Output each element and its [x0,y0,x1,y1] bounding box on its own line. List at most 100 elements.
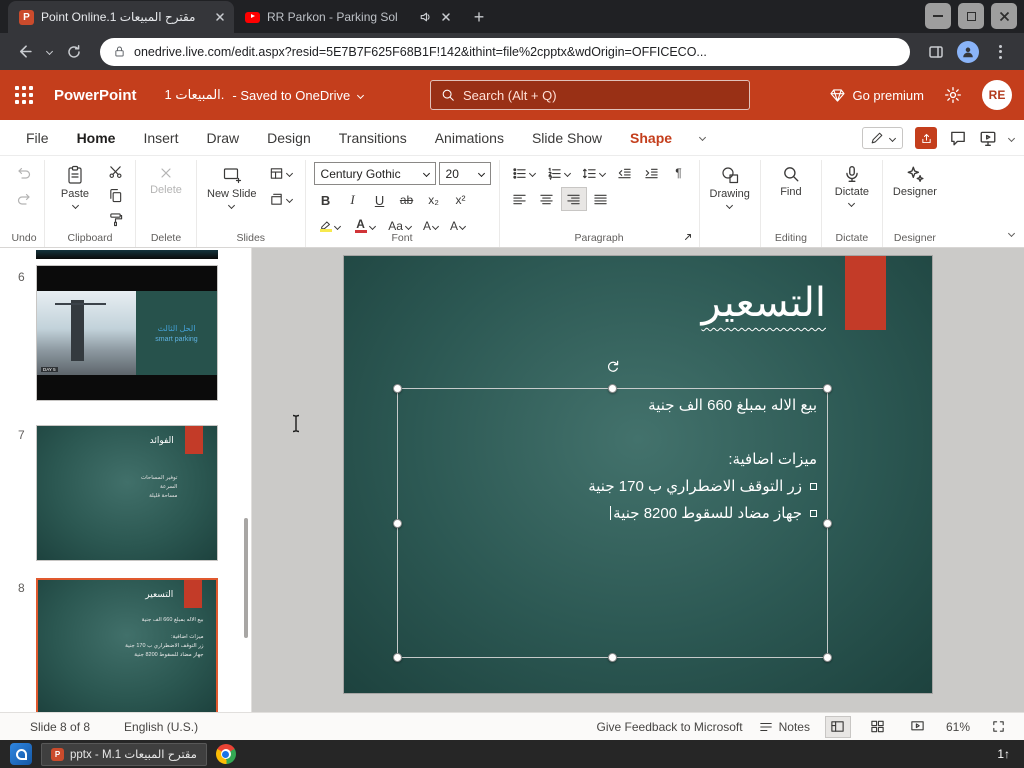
decrease-indent-button[interactable] [613,162,637,184]
tab-close-icon[interactable] [438,9,454,25]
underline-button[interactable]: U [368,189,392,211]
undo-button[interactable] [12,162,36,184]
address-bar[interactable]: onedrive.live.com/edit.aspx?resid=5E7B7F… [100,37,910,66]
slideshow-view-button[interactable] [906,717,930,737]
slide-canvas[interactable]: التسعير بيع الاله بمبلغ 660 الف جنية ميز… [344,256,932,693]
tab-close-icon[interactable] [212,9,228,25]
normal-view-button[interactable] [824,715,851,738]
drawing-button[interactable]: Drawing [708,162,752,229]
comments-icon[interactable] [949,129,967,147]
text-box-content[interactable]: بيع الاله بمبلغ 660 الف جنية ميزات اضافي… [406,392,817,654]
text-line[interactable] [406,419,817,446]
go-premium-button[interactable]: Go premium [830,88,924,103]
selected-text-box[interactable]: بيع الاله بمبلغ 660 الف جنية ميزات اضافي… [393,360,832,662]
slide-layout-button[interactable] [265,162,297,184]
window-minimize-button[interactable] [925,3,951,29]
resize-handle-ne[interactable] [823,384,832,393]
slide-count-status[interactable]: Slide 8 of 8 [30,720,90,734]
numbering-button[interactable] [543,162,575,184]
resize-handle-se[interactable] [823,653,832,662]
resize-handle-sw[interactable] [393,653,402,662]
tab-animations[interactable]: Animations [421,120,518,156]
notes-toggle[interactable]: Notes [759,720,810,734]
font-name-select[interactable]: Century Gothic [313,162,436,185]
fit-to-window-button[interactable] [986,717,1010,737]
font-size-select[interactable]: 20 [438,162,491,185]
search-box[interactable] [430,80,750,110]
paste-button[interactable]: Paste [53,162,97,229]
thumbnail-slide-6[interactable]: DAY 5 الحل الثالث smart parking [36,265,218,401]
language-status[interactable]: English (U.S.) [124,720,198,734]
ink-pen-button[interactable] [862,127,903,149]
feedback-link[interactable]: Give Feedback to Microsoft [597,720,743,734]
tab-transitions[interactable]: Transitions [325,120,421,156]
thumbnail-slide-8-selected[interactable]: التسعير بيع الاله بمبلغ 660 الف جنية ميز… [36,578,218,712]
app-name[interactable]: PowerPoint [54,87,137,104]
superscript-button[interactable]: x² [449,189,473,211]
redo-button[interactable] [12,188,36,210]
tab-file[interactable]: File [12,120,63,156]
find-button[interactable]: Find [769,162,813,229]
back-icon[interactable] [10,38,38,66]
present-icon[interactable] [979,129,997,147]
document-name[interactable]: المبيعات 1. - Saved to OneDrive [165,87,365,103]
dictate-button[interactable]: Dictate [830,162,874,229]
tab-youtube[interactable]: RR Parkon - Parking Sol [234,1,460,33]
subscript-button[interactable]: x₂ [422,189,446,211]
account-avatar[interactable]: RE [982,80,1012,110]
search-input[interactable] [463,87,739,103]
line-spacing-button[interactable] [578,162,610,184]
settings-gear-icon[interactable] [944,86,962,104]
format-painter-button[interactable] [103,209,127,229]
thumbnail-slide-5-partial[interactable] [36,250,218,259]
chrome-icon[interactable] [215,744,236,764]
strikethrough-button[interactable]: ab [395,189,419,211]
site-lock-icon[interactable] [113,45,126,58]
ribbon-options-chevron-icon[interactable] [686,120,719,156]
window-maximize-button[interactable] [958,3,984,29]
bullets-button[interactable] [508,162,540,184]
text-direction-button[interactable]: ¶ [667,162,691,184]
align-center-button[interactable] [535,188,559,210]
taskbar-window-button[interactable]: P pptx - M.1 مقترح المبيعات [41,742,207,766]
taskbar-indicator[interactable]: 1↑ [997,747,1014,761]
text-line[interactable]: زر التوقف الاضطراري ب 170 جنية [406,473,817,500]
reload-icon[interactable] [60,38,88,66]
slide-sorter-view-button[interactable] [866,717,890,737]
delete-button[interactable]: Delete [144,162,188,229]
resize-handle-nw[interactable] [393,384,402,393]
tab-audio-icon[interactable] [419,11,431,23]
text-line[interactable]: بيع الاله بمبلغ 660 الف جنية [406,392,817,419]
justify-button[interactable] [589,188,613,210]
text-line[interactable]: ميزات اضافية: [406,446,817,473]
align-right-button[interactable] [560,187,587,211]
reset-slide-button[interactable] [265,188,297,210]
italic-button[interactable]: I [341,189,365,211]
rotate-handle-icon[interactable] [605,359,621,375]
text-line[interactable]: جهاز مضاد للسقوط 8200 جنية [406,500,817,527]
tab-home[interactable]: Home [63,120,130,156]
resize-handle-w[interactable] [393,518,402,528]
tab-powerpoint-online[interactable]: P Point Online.1 مقترح المبيعات [8,1,234,33]
chevron-down-icon[interactable] [357,91,365,99]
resize-handle-s[interactable] [608,653,617,662]
zoom-level[interactable]: 61% [946,720,970,734]
collapse-ribbon-chevron-icon[interactable] [1007,223,1016,241]
copy-button[interactable] [103,186,127,206]
tab-shape-contextual[interactable]: Shape [616,120,686,156]
app-launcher-icon[interactable] [0,70,48,120]
profile-avatar-icon[interactable] [954,38,982,66]
tab-draw[interactable]: Draw [192,120,253,156]
browser-menu-icon[interactable] [986,38,1014,66]
designer-button[interactable]: Designer [891,162,939,229]
tab-slide-show[interactable]: Slide Show [518,120,616,156]
tab-insert[interactable]: Insert [129,120,192,156]
history-chevron-icon[interactable] [42,38,56,66]
resize-handle-e[interactable] [823,518,832,528]
window-close-button[interactable] [991,3,1017,29]
slide-accent-rectangle[interactable] [845,256,886,330]
cut-button[interactable] [103,162,127,182]
slide-title[interactable]: التسعير [702,280,827,326]
tab-design[interactable]: Design [253,120,325,156]
increase-indent-button[interactable] [640,162,664,184]
